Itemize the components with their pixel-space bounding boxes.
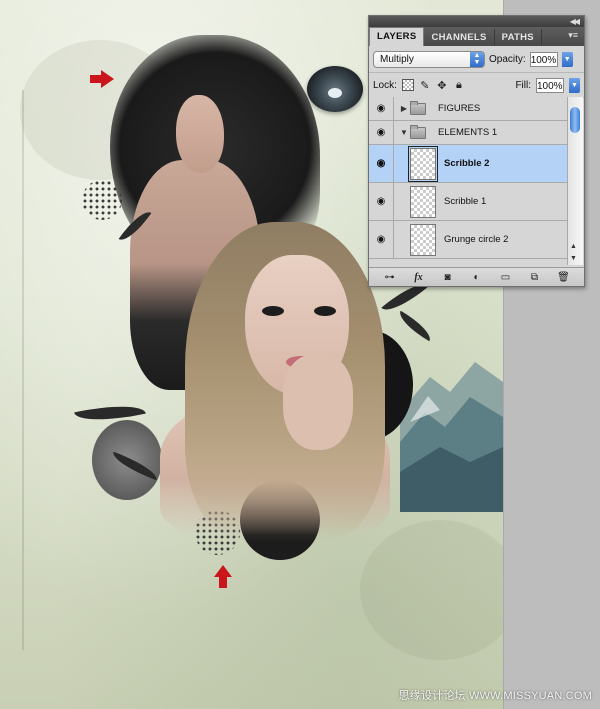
- expand-triangle-icon[interactable]: ▶: [398, 104, 410, 113]
- eye-right: [314, 306, 336, 316]
- opacity-field[interactable]: 100%: [529, 51, 558, 67]
- layer-row-grunge-circle-2[interactable]: ◉ Grunge circle 2: [369, 221, 567, 259]
- layer-name: ELEMENTS 1: [438, 127, 498, 138]
- panel-titlebar[interactable]: ◀◀: [369, 16, 584, 27]
- visibility-toggle[interactable]: ◉: [369, 183, 394, 220]
- eye-icon: ◉: [376, 196, 386, 207]
- scroll-down-icon[interactable]: ▼: [570, 255, 577, 262]
- layers-panel[interactable]: ◀◀ LAYERS CHANNELS PATHS ▾≡ Multiply ▲ ▼ …: [368, 15, 585, 287]
- select-arrows-icon: ▲ ▼: [470, 51, 484, 67]
- layer-thumbnail: [410, 223, 436, 256]
- eye-icon: ◉: [376, 234, 386, 245]
- layer-row-figures[interactable]: ◉ ▶ FIGURES: [369, 97, 567, 121]
- adjustment-layer-icon[interactable]: ◐: [469, 272, 485, 283]
- panel-menu-icon[interactable]: ▾≡: [568, 30, 578, 41]
- fill-field[interactable]: 100%: [536, 77, 564, 93]
- link-icon[interactable]: ⊶: [382, 272, 398, 283]
- scroll-up-icon[interactable]: ▲: [570, 243, 577, 250]
- light-hair-woman-hand: [283, 355, 353, 450]
- blend-row: Multiply ▲ ▼ Opacity: 100% ▼: [369, 46, 584, 73]
- layer-row-scribble-1[interactable]: ◉ Scribble 1: [369, 183, 567, 221]
- panel-footer: ⊶ fx ◙ ◐ ▭ ⧉ 🗑︎: [369, 267, 584, 286]
- layer-name: Scribble 2: [444, 158, 490, 169]
- collapse-triangle-icon[interactable]: ▼: [398, 128, 410, 137]
- folder-icon: [410, 124, 426, 139]
- layer-name: Scribble 1: [444, 196, 487, 207]
- visibility-toggle[interactable]: ◉: [369, 145, 394, 182]
- visibility-toggle[interactable]: ◉: [369, 221, 394, 258]
- lock-transparent-pixels-icon[interactable]: [401, 79, 414, 91]
- leaf-illustration: [394, 310, 436, 342]
- panel-tabs: LAYERS CHANNELS PATHS ▾≡: [369, 27, 584, 46]
- layers-scrollbar[interactable]: ▲ ▼: [567, 97, 583, 265]
- layer-thumbnail: [410, 185, 436, 218]
- folder-icon: [410, 100, 426, 115]
- blend-mode-select[interactable]: Multiply ▲ ▼: [373, 50, 485, 68]
- watermark: 思缘设计论坛 WWW.MISSYUAN.COM: [398, 690, 592, 702]
- layer-row-scribble-2[interactable]: ◉ Scribble 2: [369, 145, 567, 183]
- layer-mask-icon[interactable]: ◙: [440, 272, 456, 283]
- collapse-panel-icon[interactable]: ◀◀: [570, 16, 580, 27]
- layer-row-elements-1[interactable]: ◉ ▼ ELEMENTS 1: [369, 121, 567, 145]
- lock-label: Lock:: [373, 79, 397, 91]
- layer-name: Grunge circle 2: [444, 234, 509, 245]
- eye-left: [262, 306, 284, 316]
- scroll-thumb[interactable]: [570, 107, 580, 133]
- halftone-dots: [82, 180, 122, 220]
- layer-thumbnail: [408, 145, 438, 182]
- dark-hair-woman-face: [176, 95, 224, 173]
- visibility-toggle[interactable]: ◉: [369, 97, 394, 120]
- trash-icon[interactable]: 🗑︎: [556, 272, 572, 283]
- tab-channels[interactable]: CHANNELS: [424, 29, 495, 46]
- layer-name: FIGURES: [438, 103, 481, 114]
- lock-position-icon[interactable]: ✥: [436, 79, 448, 92]
- fill-dropdown-icon[interactable]: ▼: [569, 77, 580, 93]
- lock-all-icon[interactable]: 🔒︎: [453, 79, 465, 91]
- tab-layers[interactable]: LAYERS: [369, 27, 425, 46]
- sketch-figure-left: [0, 90, 24, 650]
- lock-row: Lock: ✎ ✥ 🔒︎ Fill: 100% ▼: [369, 73, 584, 98]
- grunge-texture: [360, 520, 503, 660]
- fill-label: Fill:: [515, 79, 531, 91]
- eye-icon: ◉: [376, 127, 386, 138]
- new-layer-icon[interactable]: ⧉: [527, 272, 543, 283]
- lock-image-pixels-icon[interactable]: ✎: [419, 79, 431, 92]
- tab-paths[interactable]: PATHS: [495, 29, 542, 46]
- fx-icon[interactable]: fx: [411, 272, 427, 283]
- opacity-dropdown-icon[interactable]: ▼: [561, 51, 573, 67]
- new-group-icon[interactable]: ▭: [498, 272, 514, 283]
- opacity-label: Opacity:: [489, 53, 526, 65]
- layers-list: ◉ ▶ FIGURES ◉ ▼ ELEMENTS 1 ◉ Scribble 2 …: [369, 97, 567, 265]
- eye-icon: ◉: [376, 103, 386, 114]
- mountain-landscape: [400, 362, 503, 512]
- visibility-toggle[interactable]: ◉: [369, 121, 394, 144]
- blend-mode-value: Multiply: [380, 53, 414, 65]
- eye-icon: ◉: [376, 158, 386, 169]
- eye-disc-ornament: [307, 66, 363, 112]
